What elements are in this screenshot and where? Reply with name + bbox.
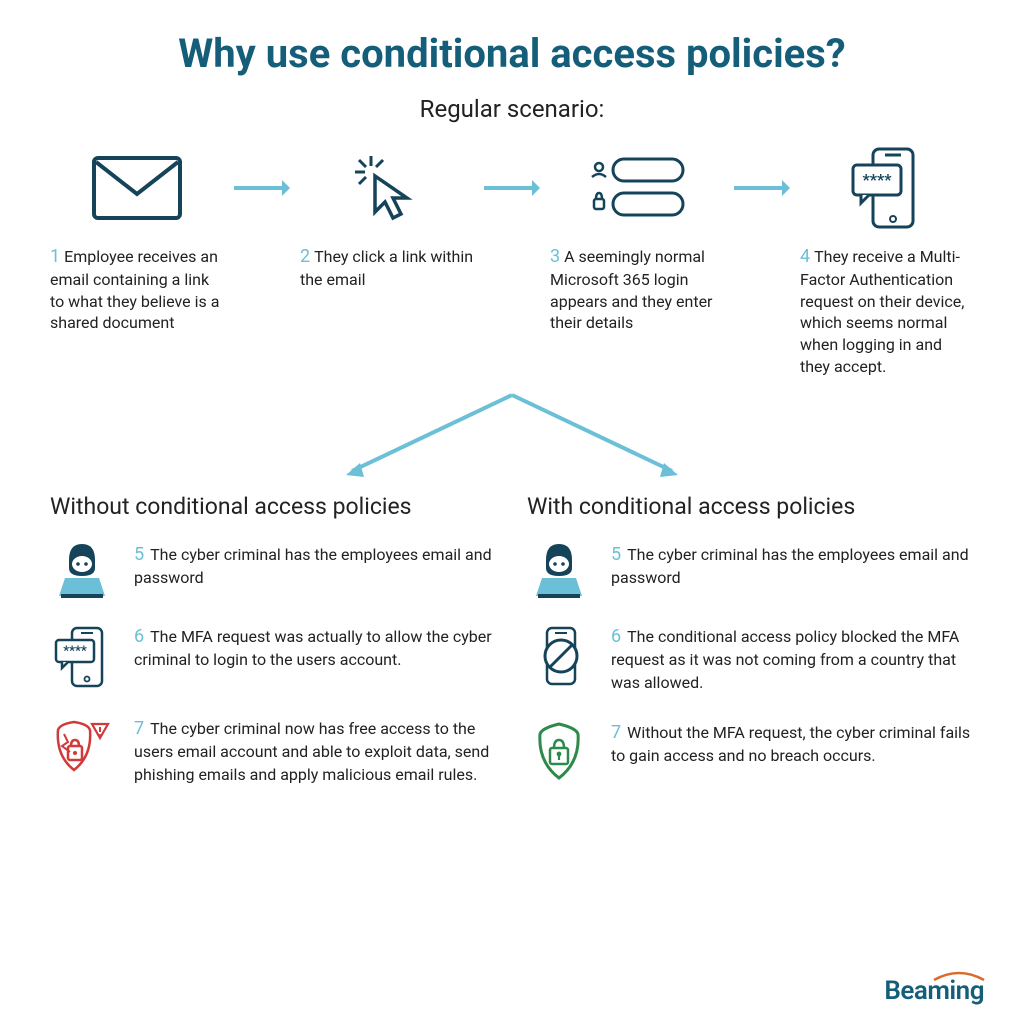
with-5-num: 5 <box>611 544 621 565</box>
swoosh-icon <box>932 970 986 984</box>
without-7-num: 7 <box>134 718 144 739</box>
with-item-6: 6The conditional access policy blocked t… <box>527 624 974 694</box>
without-title: Without conditional access policies <box>50 493 497 520</box>
step-2-body: They click a link within the email <box>300 247 473 289</box>
step-2-text: 2They click a link within the email <box>300 245 474 291</box>
without-item-7-text: 7The cyber criminal now has free access … <box>134 716 497 786</box>
step-3-num: 3 <box>550 246 560 267</box>
with-title: With conditional access policies <box>527 493 974 520</box>
with-item-5-text: 5The cyber criminal has the employees em… <box>611 542 974 590</box>
subtitle: Regular scenario: <box>50 95 974 123</box>
with-5-body: The cyber criminal has the employees ema… <box>611 545 969 587</box>
step-2-num: 2 <box>300 246 310 267</box>
without-item-7: 7The cyber criminal now has free access … <box>50 716 497 786</box>
step-4-body: They receive a Multi-Factor Authenticati… <box>800 247 964 376</box>
without-column: Without conditional access policies 5The… <box>50 493 497 812</box>
step-1: 1Employee receives an email containing a… <box>50 143 224 334</box>
split-arrows-icon <box>50 387 974 487</box>
phone-blocked-icon <box>527 624 591 688</box>
without-5-body: The cyber criminal has the employees ema… <box>134 545 492 587</box>
without-item-6-text: 6The MFA request was actually to allow t… <box>134 624 497 672</box>
secure-shield-icon <box>527 720 591 782</box>
with-column: With conditional access policies 5The cy… <box>527 493 974 812</box>
with-item-7-text: 7Without the MFA request, the cyber crim… <box>611 720 974 768</box>
with-7-num: 7 <box>611 722 621 743</box>
breach-shield-icon <box>50 716 114 776</box>
comparison-columns: Without conditional access policies 5The… <box>50 493 974 812</box>
arrow-right-icon <box>482 143 542 233</box>
step-4-num: 4 <box>800 246 810 267</box>
with-item-6-text: 6The conditional access policy blocked t… <box>611 624 974 694</box>
step-3: 3A seemingly normal Microsoft 365 login … <box>550 143 724 334</box>
brand-logo: Beaming <box>884 976 984 1006</box>
without-6-body: The MFA request was actually to allow th… <box>134 627 492 669</box>
with-6-num: 6 <box>611 626 621 647</box>
with-6-body: The conditional access policy blocked th… <box>611 627 959 692</box>
phone-mfa-icon: **** <box>847 143 927 233</box>
envelope-icon <box>92 143 182 233</box>
without-5-num: 5 <box>134 544 144 565</box>
cursor-click-icon <box>347 143 427 233</box>
step-1-text: 1Employee receives an email containing a… <box>50 245 224 334</box>
step-1-body: Employee receives an email containing a … <box>50 247 219 332</box>
arrow-right-icon <box>232 143 292 233</box>
without-item-6: **** 6The MFA request was actually to al… <box>50 624 497 690</box>
step-3-text: 3A seemingly normal Microsoft 365 login … <box>550 245 724 334</box>
step-4: **** 4They receive a Multi-Factor Authen… <box>800 143 974 377</box>
step-2: 2They click a link within the email <box>300 143 474 291</box>
with-item-7: 7Without the MFA request, the cyber crim… <box>527 720 974 782</box>
hacker-icon <box>527 542 591 598</box>
login-form-icon <box>587 143 687 233</box>
step-1-num: 1 <box>50 246 60 267</box>
with-7-body: Without the MFA request, the cyber crimi… <box>611 723 970 765</box>
step-4-text: 4They receive a Multi-Factor Authenticat… <box>800 245 974 377</box>
svg-text:****: **** <box>63 644 87 659</box>
hacker-icon <box>50 542 114 598</box>
svg-text:****: **** <box>862 170 892 189</box>
step-3-body: A seemingly normal Microsoft 365 login a… <box>550 247 712 332</box>
without-item-5-text: 5The cyber criminal has the employees em… <box>134 542 497 590</box>
without-item-5: 5The cyber criminal has the employees em… <box>50 542 497 598</box>
page-title: Why use conditional access policies? <box>50 30 974 77</box>
without-7-body: The cyber criminal now has free access t… <box>134 719 489 784</box>
with-item-5: 5The cyber criminal has the employees em… <box>527 542 974 598</box>
phone-mfa-icon: **** <box>50 624 114 690</box>
without-6-num: 6 <box>134 626 144 647</box>
arrow-right-icon <box>732 143 792 233</box>
scenario-row: 1Employee receives an email containing a… <box>50 143 974 377</box>
